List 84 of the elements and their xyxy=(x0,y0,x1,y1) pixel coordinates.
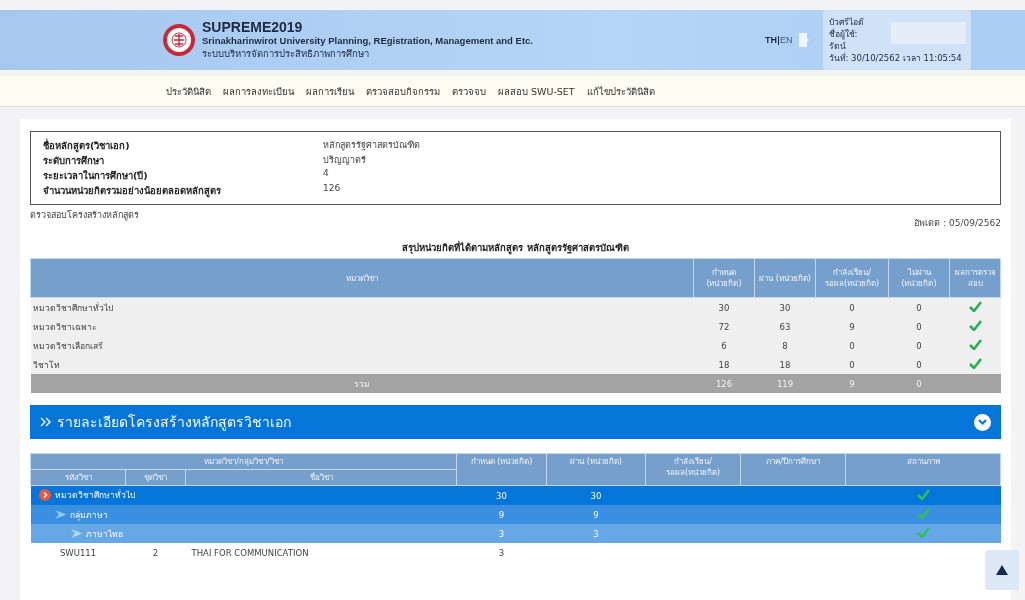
column-header: ผ่าน (หน่วยกิต) xyxy=(546,453,646,486)
expand-toggle-button[interactable] xyxy=(974,413,991,431)
required-cell: 72 xyxy=(693,317,755,336)
info-label: ระยะเวลาในการศึกษา(ปี) xyxy=(43,169,149,183)
category-cell: หมวดวิชาเลือกเสรี xyxy=(30,336,694,355)
user-info-line: วันที่: 30/10/2562 เวลา 11:05:54 xyxy=(828,52,962,64)
studying-cell: 0 xyxy=(815,355,889,374)
studying-cell: 0 xyxy=(815,336,889,355)
category-name: กลุ่มภาษา xyxy=(69,508,108,522)
total-failed-cell: 0 xyxy=(888,374,950,393)
info-value: ปริญญาตรี xyxy=(323,154,367,167)
check-icon xyxy=(916,527,930,538)
column-header: สถานภาพ xyxy=(845,453,1001,486)
nav-link[interactable]: แก้ไขประวัตินิสิต xyxy=(586,83,655,99)
total-passed-cell: 119 xyxy=(754,374,816,393)
passed-cell: 3 xyxy=(546,524,646,543)
section-title: รายละเอียดโครงสร้างหลักสูตรวิชาเอก xyxy=(57,413,291,433)
user-info-line: รัตน์ xyxy=(828,40,846,52)
column-header: ภาค/ปีการศึกษา xyxy=(740,453,846,486)
category-name: หมวดวิชาศึกษาทั่วไป xyxy=(54,488,135,502)
double-chevron-icon xyxy=(40,417,52,427)
column-header: กำหนด (หน่วยกิต) xyxy=(456,453,547,486)
required-cell: 6 xyxy=(693,336,755,355)
required-cell: 3 xyxy=(456,524,547,543)
required-cell: 9 xyxy=(456,505,547,524)
chevron-down-icon xyxy=(978,419,987,425)
column-header: กำลังเรียน/ รอผล(หน่วยกิต) xyxy=(645,453,741,486)
check-icon xyxy=(968,339,982,350)
passed-cell: 18 xyxy=(754,355,816,374)
scroll-top-button[interactable] xyxy=(985,550,1019,590)
required-cell: 18 xyxy=(693,355,755,374)
check-icon xyxy=(916,489,930,500)
info-value: 4 xyxy=(323,168,330,180)
column-header: ผ่าน (หน่วยกิต) xyxy=(754,258,816,298)
nav-link[interactable]: ประวัตินิสิต xyxy=(166,83,211,99)
info-label: จำนวนหน่วยกิตรวมอย่างน้อยตลอดหลักสูตร xyxy=(43,184,222,198)
nav-link[interactable]: ตรวจจบ xyxy=(452,83,486,99)
category-name: ภาษาไทย xyxy=(85,527,123,541)
chevron-icon xyxy=(70,529,82,538)
triangle-up-icon xyxy=(996,565,1008,575)
check-icon xyxy=(968,320,982,331)
failed-cell: 0 xyxy=(888,317,950,336)
check-icon xyxy=(916,508,930,519)
updated-date: อัพเดต : 05/09/2562 xyxy=(914,217,1001,230)
language-link[interactable]: TH xyxy=(765,35,777,45)
info-label: ชื่อหลักสูตร(วิชาเอก) xyxy=(43,138,131,153)
column-header: หมวดวิชา/กลุ่มวิชา/วิชา xyxy=(30,453,457,470)
category-cell: หมวดวิชาเฉพาะ xyxy=(30,317,694,336)
column-header: กำหนด (หน่วยกิต) xyxy=(693,258,755,298)
arrow-circle-icon xyxy=(38,489,51,501)
category-cell: หมวดวิชาศึกษาทั่วไป xyxy=(30,297,694,317)
check-icon xyxy=(968,301,982,312)
total-studying-cell: 9 xyxy=(815,374,889,393)
user-info-line: ชื่อผู้ใช้: xyxy=(828,28,858,40)
studying-cell: 9 xyxy=(815,317,889,336)
university-seal-icon xyxy=(162,23,196,57)
check-structure-label: ตรวจสอบโครงสร้างหลักสูตร xyxy=(30,209,139,223)
language-link[interactable]: EN xyxy=(780,35,793,45)
passed-cell: 9 xyxy=(546,505,646,524)
nav-link[interactable]: ผลการลงทะเบียน xyxy=(223,83,294,99)
column-header: ไม่ผ่าน (หน่วยกิต) xyxy=(888,258,950,298)
nav-link[interactable]: ผลสอบ SWU-SET xyxy=(498,83,575,99)
app-subtitle: Srinakharinwirot University Planning, REgistration, Management and Etc. xyxy=(202,35,534,46)
nav-link[interactable]: ตรวจสอบกิจกรรม xyxy=(366,83,440,99)
app-thai-subtitle: ระบบบริหารจัดการประสิทธิภาพการศึกษา xyxy=(202,47,370,61)
info-value: 126 xyxy=(323,183,342,195)
total-label: รวม xyxy=(30,374,694,393)
nav-link[interactable]: ผลการเรียน xyxy=(306,83,354,99)
passed-cell: 63 xyxy=(754,317,816,336)
info-value: หลักสูตรรัฐศาสตรบัณฑิต xyxy=(323,139,421,153)
chevron-icon xyxy=(54,510,66,519)
summary-title: สรุปหน่วยกิตที่ได้ตามหลักสูตร หลักสูตรรัฐศาสตรบัณฑิต xyxy=(401,240,630,255)
passed-cell: 8 xyxy=(754,336,816,355)
total-required-cell: 126 xyxy=(693,374,755,393)
column-header: ผลการตรวจ สอบ xyxy=(949,258,1001,298)
failed-cell: 0 xyxy=(888,355,950,374)
user-info-line: บัวศรีไอดี xyxy=(828,16,864,28)
app-title: SUPREME2019 xyxy=(202,19,304,35)
failed-cell: 0 xyxy=(888,336,950,355)
check-icon xyxy=(968,358,982,369)
column-header: กำลังเรียน/ รอผล(หน่วยกิต) xyxy=(815,258,889,298)
category-cell: วิชาโท xyxy=(30,355,694,374)
column-header: หมวดวิชา xyxy=(30,258,694,298)
info-label: ระดับการศึกษา xyxy=(43,154,105,168)
